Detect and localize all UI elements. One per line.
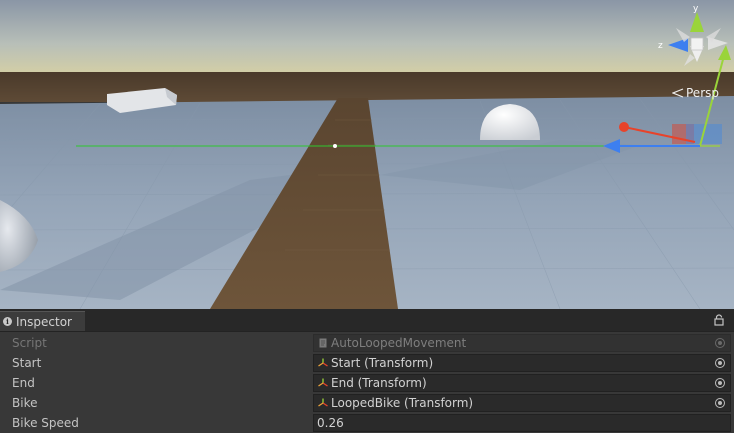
gizmo-z-label: z <box>658 41 663 51</box>
start-object-field[interactable]: Start (Transform) <box>313 354 731 372</box>
transform-icon <box>318 378 328 387</box>
script-object-field: AutoLoopedMovement <box>313 334 731 352</box>
field-label: Script <box>12 336 47 350</box>
field-value: LoopedBike (Transform) <box>331 396 474 410</box>
field-label: End <box>12 376 35 390</box>
end-object-field[interactable]: End (Transform) <box>313 374 731 392</box>
object-picker-icon[interactable] <box>715 358 725 368</box>
script-icon <box>319 338 327 348</box>
field-label: Bike <box>12 396 38 410</box>
field-row-bike-speed: Bike Speed 0.26 <box>0 413 734 433</box>
gizmo-y-label: y <box>693 4 699 14</box>
info-icon: i <box>3 317 12 326</box>
field-row-end: End End (Transform) <box>0 373 734 393</box>
bike-object-field[interactable]: LoopedBike (Transform) <box>313 394 731 412</box>
field-value: 0.26 <box>317 416 344 430</box>
field-value: End (Transform) <box>331 376 427 390</box>
field-value: AutoLoopedMovement <box>331 336 467 350</box>
transform-icon <box>318 398 328 407</box>
object-picker-icon <box>715 338 725 348</box>
object-picker-icon[interactable] <box>715 378 725 388</box>
field-row-bike: Bike LoopedBike (Transform) <box>0 393 734 413</box>
projection-label: Persp <box>686 86 719 100</box>
tab-inspector-label: Inspector <box>16 314 72 329</box>
scene-viewport[interactable]: y z <box>0 0 734 309</box>
object-picker-icon[interactable] <box>715 398 725 408</box>
field-row-start: Start Start (Transform) <box>0 353 734 373</box>
perspective-icon <box>672 88 684 98</box>
lock-icon[interactable] <box>714 314 724 326</box>
transform-icon <box>318 358 328 367</box>
projection-toggle[interactable]: Persp <box>672 86 719 100</box>
field-label: Start <box>12 356 42 370</box>
inspector-panel: i Inspector Script AutoLoopedMovement St… <box>0 309 734 433</box>
inspector-tab-bar: i Inspector <box>0 309 734 332</box>
field-value: Start (Transform) <box>331 356 434 370</box>
field-label[interactable]: Bike Speed <box>12 416 79 430</box>
tab-inspector[interactable]: i Inspector <box>0 311 85 331</box>
field-row-script: Script AutoLoopedMovement <box>0 333 734 353</box>
bike-speed-input[interactable]: 0.26 <box>313 414 731 432</box>
scene-view[interactable]: y z Persp <box>0 0 734 309</box>
